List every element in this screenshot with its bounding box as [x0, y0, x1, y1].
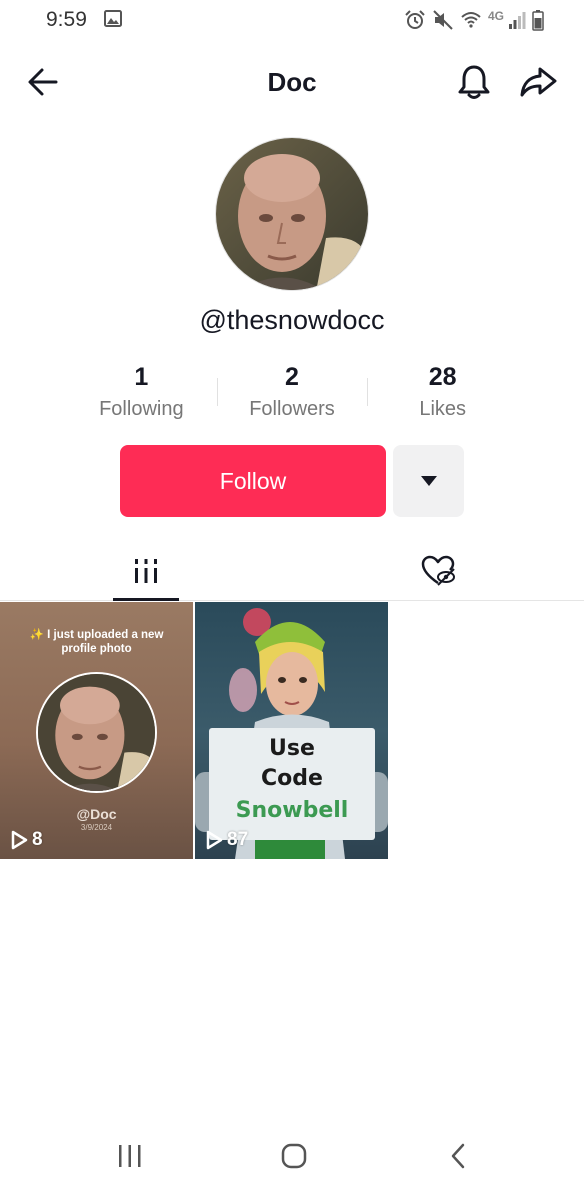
tab-videos[interactable] — [113, 540, 179, 601]
sign-text: Code — [261, 766, 323, 791]
stat-label: Followers — [249, 398, 335, 420]
avatar[interactable] — [215, 137, 369, 291]
stat-value: 2 — [285, 363, 299, 391]
wifi-icon — [461, 12, 481, 28]
stat-label: Following — [99, 398, 184, 420]
profile-stats: 1 Following 2 Followers 28 Likes — [66, 362, 518, 432]
play-icon — [206, 830, 223, 850]
chevron-left-icon — [451, 1143, 465, 1169]
home-button[interactable] — [272, 1136, 316, 1176]
profile-photo — [216, 138, 368, 290]
video-handle: @Doc — [76, 806, 117, 822]
active-tab-indicator — [113, 598, 179, 601]
profile-photo — [38, 674, 155, 791]
view-count: 8 — [10, 829, 43, 851]
stat-value: 28 — [428, 363, 457, 391]
videos-grid-icon — [135, 558, 157, 583]
view-count: 87 — [205, 829, 248, 851]
stat-followers[interactable]: 2 Followers — [216, 362, 368, 432]
recents-button[interactable] — [108, 1136, 152, 1176]
profile-header: Doc — [0, 50, 584, 114]
share-arrow-icon — [520, 67, 557, 97]
status-time: 9:59 — [46, 8, 87, 31]
status-icons: 4G — [404, 8, 544, 32]
battery-icon — [532, 10, 544, 31]
stat-label: Likes — [419, 398, 467, 420]
arrow-left-icon — [28, 68, 58, 96]
system-nav-bar — [0, 1120, 584, 1200]
video-caption: ✨ I just uploaded a new profile photo — [29, 629, 164, 655]
status-bar: 9:59 4G — [0, 0, 584, 40]
view-count-value: 8 — [32, 829, 43, 850]
home-icon — [281, 1143, 307, 1169]
sign-board: Use Code Snowbell — [209, 728, 375, 840]
signal-icon — [509, 12, 526, 29]
notifications-button[interactable] — [454, 62, 494, 102]
tab-liked[interactable] — [406, 540, 472, 601]
liked-hidden-heart-icon — [421, 555, 455, 586]
view-count-value: 87 — [227, 829, 249, 850]
follow-button[interactable]: Follow — [120, 445, 386, 517]
video-thumbnail[interactable]: ✨ I just uploaded a new profile photo @D… — [0, 602, 193, 859]
bell-icon — [458, 65, 490, 99]
profile-tabs — [0, 540, 584, 601]
page-title: Doc — [267, 67, 317, 97]
recent-apps-icon — [119, 1145, 141, 1167]
network-type: 4G — [487, 9, 504, 23]
video-thumbnail[interactable]: Use Code Snowbell 87 — [195, 602, 388, 859]
mute-icon — [433, 10, 453, 30]
gallery-notification-icon — [104, 10, 122, 27]
system-back-button[interactable] — [436, 1136, 480, 1176]
caret-down-icon — [420, 476, 437, 486]
sign-text: Snowbell — [235, 798, 349, 823]
suggested-accounts-button[interactable] — [393, 445, 464, 517]
stat-following[interactable]: 1 Following — [66, 362, 217, 432]
sign-text: Use — [269, 736, 315, 761]
username: @thesnowdocc — [199, 305, 385, 335]
play-icon — [11, 830, 28, 850]
alarm-icon — [405, 10, 425, 29]
video-profile-photo — [36, 672, 157, 793]
stat-value: 1 — [134, 363, 149, 391]
stat-likes[interactable]: 28 Likes — [367, 362, 518, 432]
back-button[interactable] — [24, 64, 64, 100]
share-button[interactable] — [518, 62, 558, 102]
